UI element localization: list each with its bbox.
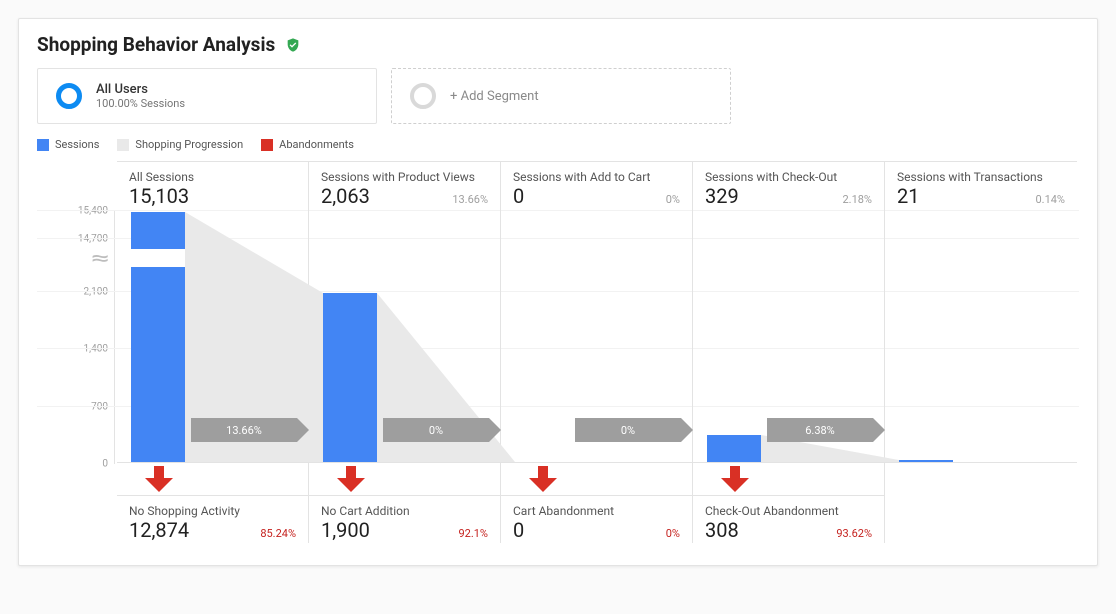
verified-shield-icon <box>285 37 301 53</box>
abandon-cell[interactable]: Cart Abandonment 0 0% <box>501 495 692 543</box>
funnel-col-check-out[interactable]: Sessions with Check-Out 329 2.18% 6.38% <box>693 161 885 543</box>
col-value: 15,103 <box>129 184 189 208</box>
add-segment-circle-icon <box>410 83 436 109</box>
abandon-value: 12,874 <box>129 518 189 542</box>
funnel-col-product-views[interactable]: Sessions with Product Views 2,063 13.66%… <box>309 161 501 543</box>
funnel-col-transactions[interactable]: Sessions with Transactions 21 0.14% <box>885 161 1077 543</box>
abandon-arrow-icon <box>145 466 173 492</box>
progression-pct: 6.38% <box>767 418 873 442</box>
funnel-columns: All Sessions 15,103 13.6 <box>117 161 1079 543</box>
abandon-value: 0 <box>513 518 524 542</box>
abandon-label: Check-Out Abandonment <box>705 504 872 518</box>
segment-all-users[interactable]: All Users 100.00% Sessions <box>37 68 377 124</box>
col-label: Sessions with Add to Cart <box>513 170 680 184</box>
abandon-label: No Shopping Activity <box>129 504 296 518</box>
abandon-pct: 85.24% <box>260 527 296 540</box>
col-value: 2,063 <box>321 184 370 208</box>
abandon-value: 1,900 <box>321 518 370 542</box>
title-row: Shopping Behavior Analysis <box>37 33 1079 56</box>
abandon-cell[interactable]: No Cart Addition 1,900 92.1% <box>309 495 500 543</box>
abandon-arrow-icon <box>337 466 365 492</box>
progression-arrow: 6.38% <box>767 418 885 442</box>
add-segment-button[interactable]: + Add Segment <box>391 68 731 124</box>
swatch-grey-icon <box>117 139 129 151</box>
col-pct: 0% <box>666 193 680 206</box>
legend: Sessions Shopping Progression Abandonmen… <box>37 138 1079 151</box>
swatch-blue-icon <box>37 139 49 151</box>
abandon-label: No Cart Addition <box>321 504 488 518</box>
add-segment-label: + Add Segment <box>450 89 539 104</box>
col-pct: 0.14% <box>1035 193 1065 206</box>
y-tick: 15,400 <box>78 206 108 217</box>
progression-pct: 0% <box>575 418 681 442</box>
progression-pct: 13.66% <box>191 418 297 442</box>
abandon-label: Cart Abandonment <box>513 504 680 518</box>
legend-item-sessions: Sessions <box>37 138 99 151</box>
y-axis: 15,400 14,700 ≈ 2,100 1,400 700 0 <box>37 211 115 464</box>
segment-row: All Users 100.00% Sessions + Add Segment <box>37 68 1079 124</box>
col-label: All Sessions <box>129 170 296 184</box>
col-value: 0 <box>513 184 524 208</box>
bar-upper <box>131 212 185 249</box>
segment-label: All Users <box>96 82 185 97</box>
col-label: Sessions with Transactions <box>897 170 1065 184</box>
progression-arrow: 13.66% <box>191 418 309 442</box>
abandon-arrow-icon <box>721 466 749 492</box>
abandon-arrow-icon <box>529 466 557 492</box>
col-value: 21 <box>897 184 919 208</box>
bar <box>707 435 761 462</box>
page-title: Shopping Behavior Analysis <box>37 33 275 56</box>
legend-item-abandonments: Abandonments <box>261 138 354 151</box>
y-tick: 700 <box>91 402 108 413</box>
segment-sublabel: 100.00% Sessions <box>96 97 185 110</box>
funnel-col-all-sessions[interactable]: All Sessions 15,103 13.6 <box>117 161 309 543</box>
funnel-chart: 15,400 14,700 ≈ 2,100 1,400 700 0 All Se… <box>37 161 1079 543</box>
legend-item-progression: Shopping Progression <box>117 138 243 151</box>
y-tick: 2,100 <box>84 287 108 298</box>
progression-arrow: 0% <box>383 418 501 442</box>
bar-lower <box>131 267 185 462</box>
progression-arrow: 0% <box>575 418 693 442</box>
col-label: Sessions with Product Views <box>321 170 488 184</box>
col-value: 329 <box>705 184 739 208</box>
col-label: Sessions with Check-Out <box>705 170 872 184</box>
col-pct: 13.66% <box>452 193 488 206</box>
abandon-value: 308 <box>705 518 739 542</box>
funnel-col-add-to-cart[interactable]: Sessions with Add to Cart 0 0% 0% <box>501 161 693 543</box>
shopping-behavior-card: Shopping Behavior Analysis All Users 100… <box>18 18 1098 566</box>
progression-pct: 0% <box>383 418 489 442</box>
y-tick: 0 <box>102 459 108 470</box>
y-tick: 14,700 <box>78 234 108 245</box>
y-tick: 1,400 <box>84 344 108 355</box>
abandon-pct: 92.1% <box>458 527 488 540</box>
abandon-pct: 0% <box>666 527 680 540</box>
bar <box>899 460 953 462</box>
segment-circle-icon <box>56 83 82 109</box>
abandon-cell-empty <box>885 495 1077 543</box>
abandon-cell[interactable]: Check-Out Abandonment 308 93.62% <box>693 495 884 543</box>
swatch-red-icon <box>261 139 273 151</box>
bar <box>323 293 377 462</box>
col-pct: 2.18% <box>842 193 872 206</box>
abandon-cell[interactable]: No Shopping Activity 12,874 85.24% <box>117 495 308 543</box>
abandon-pct: 93.62% <box>836 527 872 540</box>
